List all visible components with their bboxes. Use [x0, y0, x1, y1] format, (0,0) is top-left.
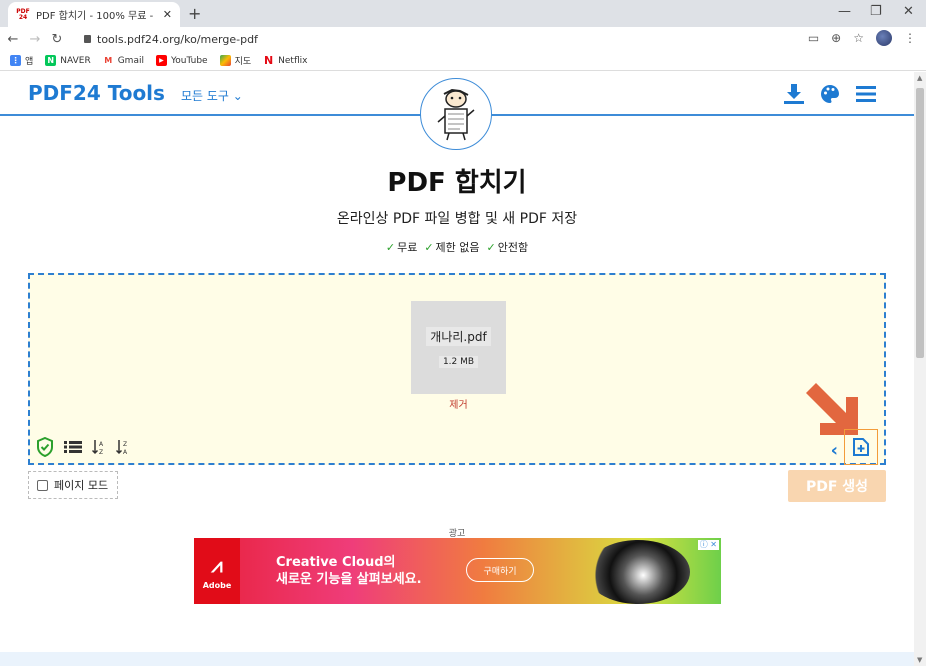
url-text: tools.pdf24.org/ko/merge-pdf: [97, 32, 258, 46]
maps-icon: [219, 55, 231, 66]
address-bar: ← → ↻ tools.pdf24.org/ko/merge-pdf ▭ ⊕ ☆…: [0, 27, 926, 51]
ad-headline-line2: 새로운 기능을 살펴보세요.: [276, 572, 422, 587]
svg-text:Z: Z: [123, 441, 127, 448]
page-mode-toggle[interactable]: 페이지 모드: [28, 471, 118, 499]
svg-text:A: A: [99, 441, 104, 448]
palette-icon[interactable]: [818, 82, 842, 106]
file-drop-zone[interactable]: 개나리.pdf 1.2 MB 제거 A Z Z A ‹: [28, 273, 886, 465]
naver-icon: N: [45, 55, 57, 66]
feature-secure: 안전함: [497, 241, 529, 254]
bookmark-label: 앱: [25, 57, 34, 67]
zoom-icon[interactable]: ⊕: [831, 31, 841, 45]
close-window-icon[interactable]: ✕: [903, 4, 914, 19]
bookmark-apps[interactable]: ⋮ 앱: [10, 54, 33, 67]
forward-icon[interactable]: →: [26, 32, 44, 47]
lock-icon: [84, 35, 91, 43]
create-pdf-button[interactable]: PDF 생성: [788, 470, 886, 502]
bookmark-gmail[interactable]: M Gmail: [102, 55, 144, 66]
site-header: PDF24 Tools 모든 도구 ⌄: [0, 72, 914, 150]
checkmark-icon: ✓: [424, 241, 434, 254]
sort-az-icon[interactable]: A Z: [92, 439, 106, 455]
remove-file-link[interactable]: 제거: [411, 396, 506, 411]
cast-icon[interactable]: ▭: [808, 31, 819, 45]
bookmark-label: Netflix: [278, 55, 308, 66]
reload-icon[interactable]: ↻: [48, 32, 66, 47]
sort-za-icon[interactable]: Z A: [116, 439, 130, 455]
gmail-icon: M: [102, 55, 114, 66]
add-file-button[interactable]: [844, 429, 878, 465]
new-tab-button[interactable]: +: [188, 4, 201, 23]
feature-unlimited: 제한 없음: [435, 241, 480, 254]
minimize-icon[interactable]: —: [838, 4, 851, 19]
favicon-text-bottom: 24: [18, 13, 28, 21]
netflix-icon: N: [263, 54, 275, 67]
add-file-icon: [853, 438, 869, 456]
restore-icon[interactable]: ❐: [870, 4, 882, 19]
page-scrollbar[interactable]: ▲ ▼: [914, 72, 926, 666]
bookmark-label: NAVER: [60, 55, 91, 66]
feature-list: ✓ 무료 ✓ 제한 없음 ✓ 안전함: [0, 239, 914, 255]
page-title: PDF 합치기: [387, 168, 527, 198]
download-icon[interactable]: [782, 82, 806, 106]
checkmark-icon: ✓: [385, 241, 396, 254]
list-view-icon[interactable]: [64, 440, 82, 454]
mascot-illustration: [437, 88, 475, 141]
menu-kebab-icon[interactable]: ⋮: [904, 31, 916, 45]
adobe-ad-banner[interactable]: ⩘ Adobe Creative Cloud의 새로운 기능을 살펴보세요. 구…: [194, 538, 721, 604]
pdf24-favicon-icon: PDF 24: [16, 8, 30, 22]
feature-free: 무료: [397, 241, 418, 254]
file-name: 개나리.pdf: [426, 327, 491, 346]
url-field[interactable]: tools.pdf24.org/ko/merge-pdf: [84, 30, 258, 48]
page-mode-checkbox[interactable]: [37, 479, 48, 491]
bookmark-label: 지도: [234, 57, 252, 67]
hamburger-menu-icon[interactable]: [854, 82, 878, 106]
file-size: 1.2 MB: [438, 356, 479, 368]
apps-icon: ⋮: [10, 55, 21, 66]
bookmark-label: YouTube: [170, 55, 208, 66]
bookmark-maps[interactable]: 지도: [219, 54, 252, 67]
tab-title: PDF 합치기 - 100% 무료 - PDF2: [36, 11, 157, 22]
adobe-a-icon: ⩘: [211, 552, 223, 577]
bookmarks-bar: ⋮ 앱 N NAVER M Gmail ▶ YouTube 지도 N Netfl…: [0, 51, 926, 71]
svg-text:A: A: [123, 449, 128, 455]
profile-avatar[interactable]: [876, 30, 892, 46]
bookmark-naver[interactable]: N NAVER: [45, 55, 91, 66]
page-mode-label: 페이지 모드: [54, 479, 109, 492]
adobe-brand-text: Adobe: [202, 580, 232, 590]
bookmark-label: Gmail: [117, 55, 144, 66]
pdf24-mascot-logo[interactable]: [420, 78, 492, 150]
checkmark-icon: ✓: [486, 241, 496, 254]
ad-choices-icon[interactable]: ⓘ ✕: [697, 540, 719, 550]
scroll-thumb[interactable]: [916, 88, 924, 358]
adobe-logo: ⩘ Adobe: [194, 538, 240, 604]
site-logo[interactable]: PDF24 Tools: [28, 81, 165, 105]
back-icon[interactable]: ←: [4, 32, 22, 47]
ad-buy-button[interactable]: 구매하기: [466, 558, 534, 582]
shield-check-icon[interactable]: [36, 437, 54, 457]
browser-tab[interactable]: PDF 24 PDF 합치기 - 100% 무료 - PDF2 ✕: [8, 2, 180, 27]
chevron-left-icon[interactable]: ‹: [831, 440, 838, 461]
scroll-up-icon[interactable]: ▲: [917, 74, 922, 82]
ad-headline: Creative Cloud의 새로운 기능을 살펴보세요.: [276, 554, 422, 588]
all-tools-dropdown[interactable]: 모든 도구 ⌄: [181, 87, 243, 104]
footer-band: [0, 652, 914, 666]
youtube-icon: ▶: [155, 55, 167, 66]
page-viewport: PDF24 Tools 모든 도구 ⌄ PDF 합치기 온라인상 PDF 파일 …: [0, 72, 914, 666]
bookmark-youtube[interactable]: ▶ YouTube: [155, 55, 208, 66]
browser-tab-strip: PDF 24 PDF 합치기 - 100% 무료 - PDF2 ✕ + — ❐ …: [0, 0, 926, 27]
svg-text:Z: Z: [99, 449, 103, 455]
bookmark-star-icon[interactable]: ☆: [853, 31, 864, 45]
tab-close-icon[interactable]: ✕: [163, 8, 172, 21]
ad-artwork: [586, 540, 690, 604]
scroll-down-icon[interactable]: ▼: [917, 656, 922, 664]
bookmark-netflix[interactable]: N Netflix: [263, 54, 308, 67]
file-card[interactable]: 개나리.pdf 1.2 MB: [411, 301, 506, 394]
page-subtitle: 온라인상 PDF 파일 병합 및 새 PDF 저장: [336, 211, 578, 227]
ad-headline-line1: Creative Cloud의: [276, 555, 396, 570]
